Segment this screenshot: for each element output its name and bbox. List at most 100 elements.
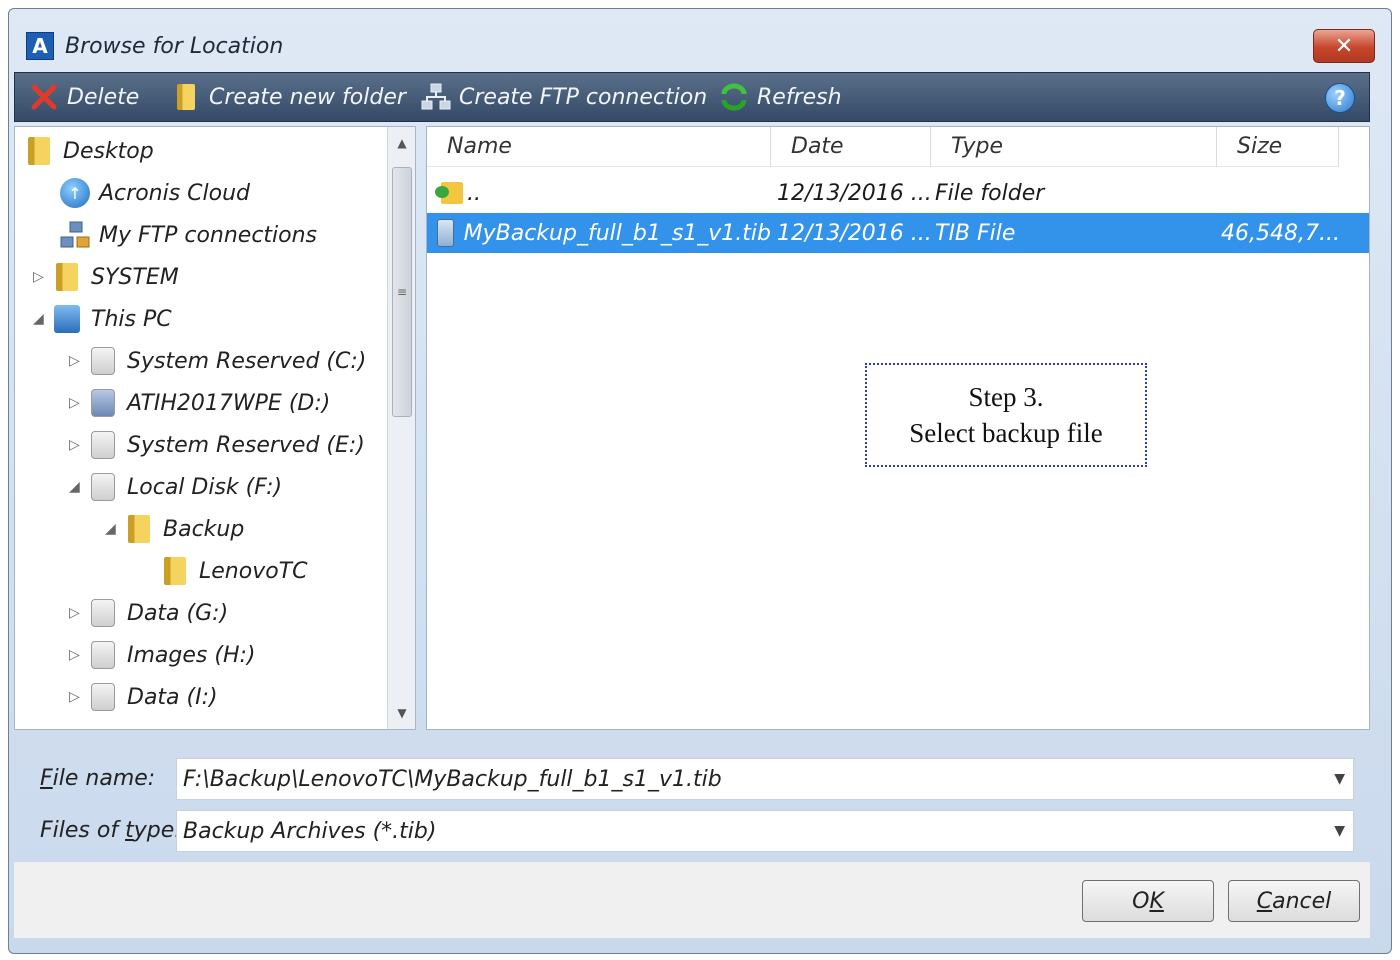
file-type: File folder	[935, 180, 1045, 206]
cd-drive-icon	[87, 388, 119, 418]
file-row-mybackup[interactable]: MyBackup_full_b1_s1_v1.tib 12/13/2016 ..…	[427, 213, 1369, 253]
drive-icon	[87, 430, 119, 460]
close-icon: ✕	[1334, 33, 1354, 59]
drive-icon	[87, 346, 119, 376]
toolbar: Delete Create new folder Create FTP conn…	[14, 72, 1370, 122]
expand-arrow-icon[interactable]: ▷	[69, 437, 87, 453]
tree-item-label: Local Disk (F:)	[127, 474, 283, 500]
scroll-up-arrow-icon[interactable]: ▲	[388, 131, 415, 155]
tree-item-label: My FTP connections	[99, 222, 318, 248]
drive-icon	[87, 472, 119, 502]
tree-item-my-ftp-connections[interactable]: My FTP connections	[59, 215, 317, 255]
create-new-folder-label: Create new folder	[209, 84, 406, 110]
drive-icon	[87, 598, 119, 628]
create-ftp-connection-button[interactable]: Create FTP connection	[421, 73, 707, 121]
tree-item-drive-h[interactable]: ▷ Images (H:)	[69, 635, 255, 675]
title-bar: A Browse for Location ✕	[9, 9, 1391, 81]
tree-item-label: System Reserved (C:)	[127, 348, 367, 374]
file-date: 12/13/2016 ...	[777, 220, 931, 246]
tree-item-this-pc[interactable]: ◢ This PC	[33, 299, 172, 339]
folder-icon	[123, 514, 155, 544]
file-type: TIB File	[935, 220, 1016, 246]
file-name-label: File name:	[40, 766, 156, 791]
expand-arrow-icon[interactable]: ▷	[69, 395, 87, 411]
tree-item-drive-d[interactable]: ▷ ATIH2017WPE (D:)	[69, 383, 330, 423]
scroll-down-arrow-icon[interactable]: ▼	[388, 701, 415, 725]
callout-line-1: Step 3.	[968, 382, 1044, 412]
expand-arrow-icon[interactable]: ▷	[69, 353, 87, 369]
tree-item-desktop[interactable]: Desktop	[23, 131, 154, 171]
tree-item-system[interactable]: ▷ SYSTEM	[33, 257, 179, 297]
file-name-value: F:\Backup\LenovoTC\MyBackup_full_b1_s1_v…	[183, 766, 722, 792]
file-row-parent-folder[interactable]: .. 12/13/2016 ... File folder	[427, 173, 1369, 213]
close-button[interactable]: ✕	[1313, 29, 1375, 63]
files-of-type-label: Files of type:	[40, 818, 182, 843]
dropdown-arrow-icon[interactable]: ▼	[1334, 823, 1345, 839]
folder-tree[interactable]: Desktop ↑ Acronis Cloud My FTP connectio…	[14, 126, 416, 730]
help-icon[interactable]: ?	[1325, 83, 1355, 113]
column-header-name[interactable]: Name	[427, 127, 771, 167]
expand-arrow-icon[interactable]: ▷	[33, 269, 51, 285]
file-name: ..	[467, 180, 481, 206]
collapse-arrow-icon[interactable]: ◢	[105, 521, 123, 537]
tree-item-label: Data (I:)	[127, 684, 218, 710]
tree-item-label: System Reserved (E:)	[127, 432, 365, 458]
file-size: 46,548,7...	[1221, 220, 1340, 246]
file-size	[1221, 173, 1361, 213]
column-header-size[interactable]: Size	[1217, 127, 1339, 167]
folder-icon	[159, 556, 191, 586]
tree-item-drive-e[interactable]: ▷ System Reserved (E:)	[69, 425, 365, 465]
file-name: MyBackup_full_b1_s1_v1.tib	[463, 220, 771, 246]
column-header-date[interactable]: Date	[771, 127, 931, 167]
tree-item-lenovotc[interactable]: LenovoTC	[159, 551, 307, 591]
file-name-combobox[interactable]: F:\Backup\LenovoTC\MyBackup_full_b1_s1_v…	[176, 758, 1354, 800]
expand-arrow-icon[interactable]: ▷	[69, 647, 87, 663]
ftp-icon	[59, 220, 91, 250]
delete-label: Delete	[67, 84, 140, 110]
folder-icon	[23, 136, 55, 166]
expand-arrow-icon[interactable]: ▷	[69, 605, 87, 621]
refresh-icon	[719, 82, 749, 112]
column-header-type[interactable]: Type	[931, 127, 1217, 167]
file-list[interactable]: Name Date Type Size .. 12/13/2016 ... Fi…	[426, 126, 1370, 730]
expand-arrow-icon[interactable]: ▷	[69, 689, 87, 705]
ok-button[interactable]: OK	[1082, 880, 1214, 922]
collapse-arrow-icon[interactable]: ◢	[69, 479, 87, 495]
new-folder-icon	[171, 82, 201, 112]
cloud-icon: ↑	[59, 178, 91, 208]
tree-item-drive-i[interactable]: ▷ Data (I:)	[69, 677, 218, 717]
delete-icon	[29, 82, 59, 112]
tree-item-drive-c[interactable]: ▷ System Reserved (C:)	[69, 341, 366, 381]
refresh-label: Refresh	[757, 84, 842, 110]
refresh-button[interactable]: Refresh	[719, 73, 842, 121]
tree-item-drive-f[interactable]: ◢ Local Disk (F:)	[69, 467, 282, 507]
folder-icon	[51, 262, 83, 292]
file-date: 12/13/2016 ...	[777, 180, 931, 206]
create-ftp-connection-label: Create FTP connection	[459, 84, 708, 110]
collapse-arrow-icon[interactable]: ◢	[33, 311, 51, 327]
drive-icon	[87, 682, 119, 712]
scroll-thumb[interactable]: ≡	[392, 167, 412, 417]
dropdown-arrow-icon[interactable]: ▼	[1334, 771, 1345, 787]
ftp-network-icon	[421, 82, 451, 112]
callout-line-2: Select backup file	[909, 418, 1103, 448]
folder-up-icon	[435, 180, 463, 206]
drive-icon	[87, 640, 119, 670]
delete-button[interactable]: Delete	[29, 73, 139, 121]
tree-item-label: ATIH2017WPE (D:)	[127, 390, 331, 416]
tree-item-label: This PC	[91, 306, 172, 332]
files-of-type-select[interactable]: Backup Archives (*.tib) ▼	[176, 810, 1354, 852]
tree-item-label: SYSTEM	[91, 264, 179, 290]
tree-item-label: Images (H:)	[127, 642, 256, 668]
tree-item-acronis-cloud[interactable]: ↑ Acronis Cloud	[59, 173, 250, 213]
tree-item-label: Backup	[163, 516, 245, 542]
cancel-button[interactable]: Cancel	[1228, 880, 1360, 922]
window-title: Browse for Location	[65, 34, 284, 59]
tree-item-backup[interactable]: ◢ Backup	[105, 509, 244, 549]
create-new-folder-button[interactable]: Create new folder	[171, 73, 406, 121]
computer-icon	[51, 304, 83, 334]
tree-item-drive-g[interactable]: ▷ Data (G:)	[69, 593, 228, 633]
tree-scrollbar[interactable]: ▲ ≡ ▼	[387, 127, 415, 729]
tib-file-icon	[437, 219, 454, 247]
tree-item-label: Acronis Cloud	[99, 180, 251, 206]
